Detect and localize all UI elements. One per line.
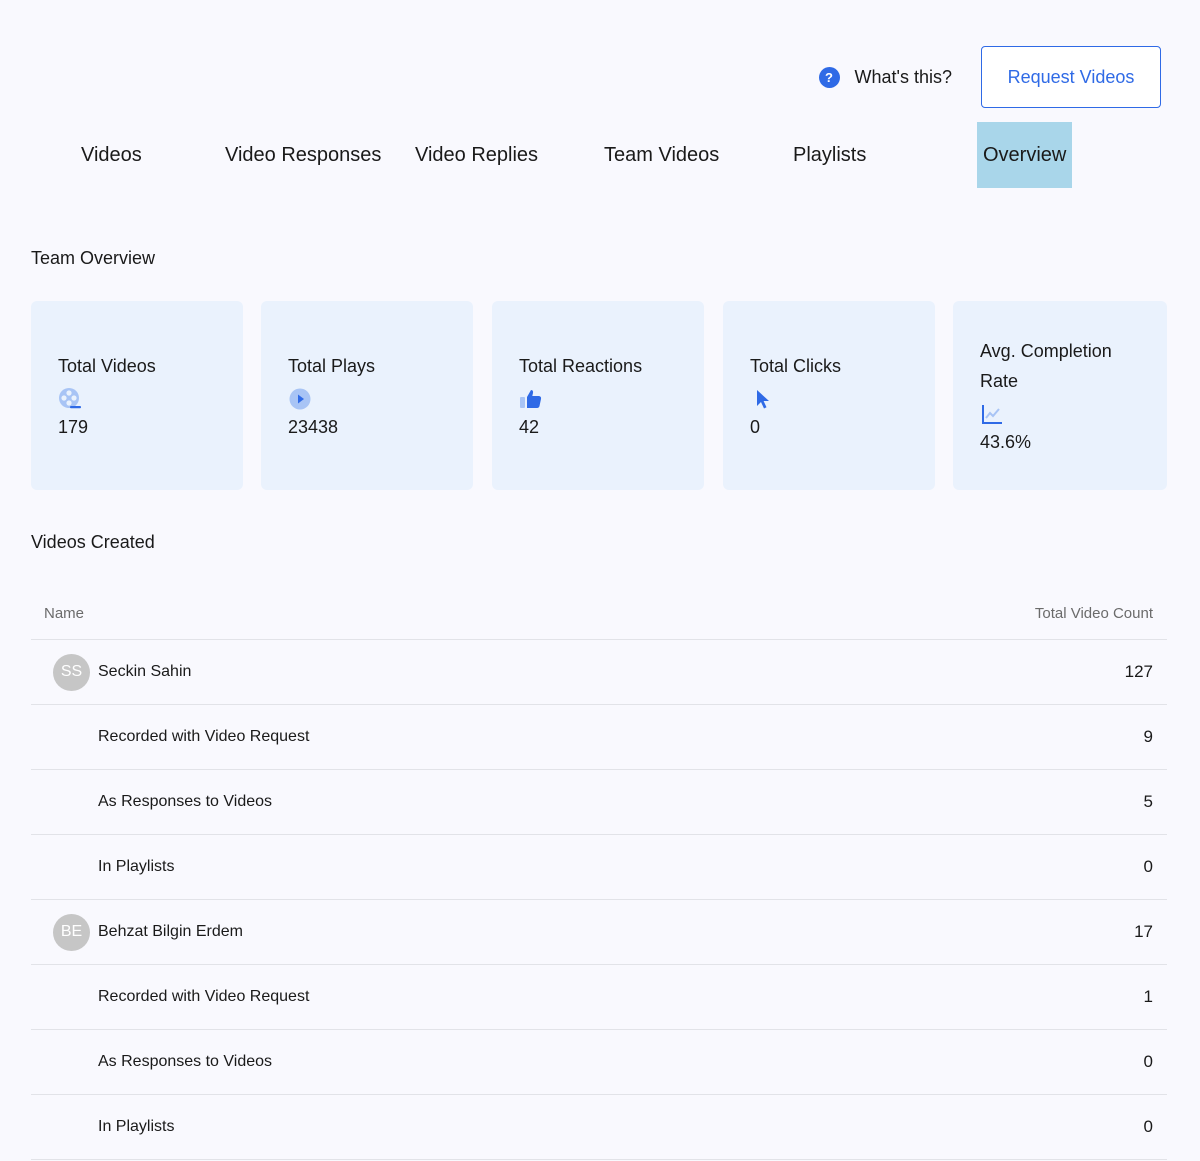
row-label: As Responses to Videos bbox=[98, 1053, 273, 1070]
table-row: In Playlists 0 bbox=[31, 835, 1167, 900]
stat-value: 0 bbox=[750, 416, 761, 437]
tab-bar: Videos Video Responses Video Replies Tea… bbox=[0, 122, 1200, 188]
tab-video-replies[interactable]: Video Replies bbox=[415, 122, 538, 188]
tab-videos[interactable]: Videos bbox=[81, 122, 142, 188]
stat-card-total-plays: Total Plays 23438 bbox=[261, 301, 473, 490]
user-name: Behzat Bilgin Erdem bbox=[98, 923, 243, 940]
play-circle-icon bbox=[288, 387, 312, 411]
question-circle-icon: ? bbox=[818, 66, 840, 88]
table-row: Recorded with Video Request 1 bbox=[31, 965, 1167, 1030]
row-label: In Playlists bbox=[98, 1118, 175, 1135]
stat-value: 42 bbox=[519, 416, 540, 437]
video-count: 9 bbox=[1143, 727, 1153, 746]
tab-overview[interactable]: Overview bbox=[977, 122, 1073, 188]
request-videos-button[interactable]: Request Videos bbox=[981, 46, 1161, 108]
row-label: Recorded with Video Request bbox=[98, 988, 310, 1005]
table-row: In Playlists 0 bbox=[31, 1095, 1167, 1160]
film-reel-icon bbox=[58, 387, 82, 411]
stat-label: Avg. Completion Rate bbox=[980, 340, 1112, 391]
stat-value: 43.6% bbox=[980, 431, 1032, 452]
video-count: 0 bbox=[1143, 1117, 1153, 1136]
stat-card-total-clicks: Total Clicks 0 bbox=[723, 301, 935, 490]
stat-label: Total Plays bbox=[288, 355, 376, 376]
tab-playlists[interactable]: Playlists bbox=[793, 122, 866, 188]
avatar: SS bbox=[53, 653, 90, 691]
stat-value: 23438 bbox=[288, 416, 339, 437]
thumbs-up-icon bbox=[519, 387, 543, 411]
cursor-icon bbox=[750, 387, 774, 411]
table-row: BE Behzat Bilgin Erdem 17 bbox=[31, 900, 1167, 965]
table-row: As Responses to Videos 0 bbox=[31, 1030, 1167, 1095]
videos-created-table: Name Total Video Count SS Seckin Sahin 1… bbox=[31, 588, 1167, 1160]
tab-video-responses[interactable]: Video Responses bbox=[225, 122, 381, 188]
video-count: 127 bbox=[1124, 662, 1153, 681]
stat-label: Total Reactions bbox=[519, 355, 643, 376]
whats-this-link[interactable]: ? What's this? bbox=[818, 66, 952, 88]
top-actions: ? What's this? Request Videos bbox=[818, 46, 1161, 108]
video-count: 17 bbox=[1134, 922, 1153, 941]
stat-label: Total Clicks bbox=[750, 355, 842, 376]
row-label: In Playlists bbox=[98, 858, 175, 875]
team-overview-title: Team Overview bbox=[31, 248, 156, 268]
table-header: Name Total Video Count bbox=[31, 588, 1167, 640]
whats-this-label: What's this? bbox=[854, 66, 952, 87]
stat-card-total-videos: Total Videos 179 bbox=[31, 301, 243, 490]
video-count: 5 bbox=[1143, 792, 1153, 811]
stat-card-total-reactions: Total Reactions 42 bbox=[492, 301, 704, 490]
videos-created-title: Videos Created bbox=[31, 532, 155, 552]
stat-label: Total Videos bbox=[58, 355, 156, 376]
stat-value: 179 bbox=[58, 416, 89, 437]
column-header-name: Name bbox=[44, 605, 85, 622]
line-chart-icon bbox=[980, 402, 1004, 426]
table-row: SS Seckin Sahin 127 bbox=[31, 640, 1167, 705]
user-name: Seckin Sahin bbox=[98, 663, 192, 680]
row-label: Recorded with Video Request bbox=[98, 728, 310, 745]
video-count: 1 bbox=[1143, 987, 1153, 1006]
column-header-total-video-count: Total Video Count bbox=[1034, 605, 1153, 622]
table-row: Recorded with Video Request 9 bbox=[31, 705, 1167, 770]
video-count: 0 bbox=[1143, 857, 1153, 876]
table-row: As Responses to Videos 5 bbox=[31, 770, 1167, 835]
row-label: As Responses to Videos bbox=[98, 793, 273, 810]
video-count: 0 bbox=[1143, 1052, 1153, 1071]
avatar: BE bbox=[53, 913, 90, 951]
tab-team-videos[interactable]: Team Videos bbox=[604, 122, 719, 188]
stat-card-avg-completion-rate: Avg. Completion Rate 43.6% bbox=[953, 301, 1167, 490]
